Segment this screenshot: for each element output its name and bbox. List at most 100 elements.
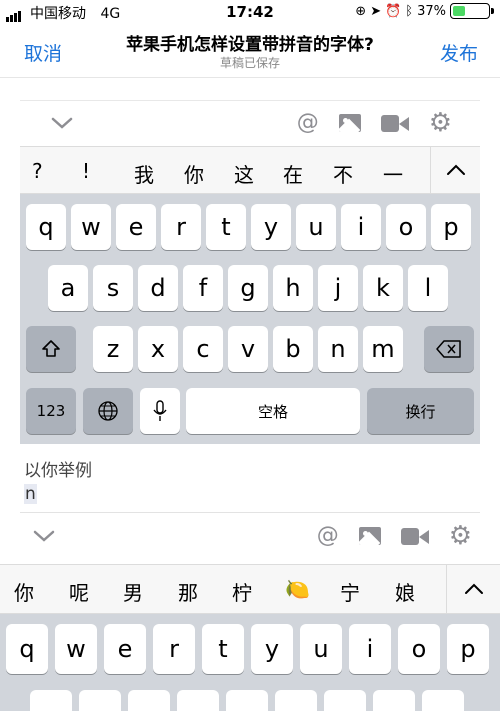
key-y[interactable]: y (251, 204, 291, 250)
key-e[interactable]: e (104, 624, 146, 674)
at-icon[interactable]: @ (317, 524, 339, 548)
key-q[interactable]: q (26, 204, 66, 250)
keyboard-bottom: q w e r t y u i o p (0, 614, 500, 711)
navigation-bar: 取消 苹果手机怎样设置带拼音的字体? 草稿已保存 发布 (0, 24, 500, 78)
candidate-bar-bottom: 你 呢 男 那 柠 🍋 宁 娘 (0, 564, 500, 614)
candidate-item[interactable]: 你 (14, 577, 34, 606)
key-q[interactable]: q (6, 624, 48, 674)
candidate-item[interactable]: 我 (134, 159, 154, 188)
backspace-icon (436, 340, 461, 358)
candidate-item[interactable]: 男 (123, 577, 143, 606)
key-d[interactable]: d (138, 265, 178, 311)
key-w[interactable]: w (71, 204, 111, 250)
dictation-key[interactable] (140, 388, 180, 434)
key-a[interactable]: a (48, 265, 88, 311)
key-r[interactable]: r (153, 624, 195, 674)
key-h[interactable]: h (273, 265, 313, 311)
video-icon[interactable] (380, 114, 409, 132)
candidate-bar-top: ? ! 我 你 这 在 不 一 (20, 146, 480, 194)
key-partial (373, 690, 415, 711)
delete-key[interactable] (424, 326, 474, 372)
candidate-emoji[interactable]: 🍋 (285, 577, 310, 601)
chevron-up-icon (465, 583, 483, 594)
numbers-key[interactable]: 123 (26, 388, 76, 434)
candidate-item[interactable]: 你 (184, 159, 204, 188)
globe-icon (98, 401, 118, 421)
key-c[interactable]: c (183, 326, 223, 372)
key-n[interactable]: n (318, 326, 358, 372)
editor-toolbar: @ ⚙ (20, 100, 480, 146)
key-s[interactable]: s (93, 265, 133, 311)
gear-icon[interactable]: ⚙ (449, 523, 472, 549)
key-x[interactable]: x (138, 326, 178, 372)
key-j[interactable]: j (318, 265, 358, 311)
toolbar-icons: @ ⚙ (297, 110, 452, 136)
chevron-down-icon[interactable] (50, 115, 74, 131)
key-partial (275, 690, 317, 711)
key-l[interactable]: l (408, 265, 448, 311)
key-partial (128, 690, 170, 711)
key-o[interactable]: o (398, 624, 440, 674)
location-icon: ➤ (370, 3, 382, 19)
key-m[interactable]: m (363, 326, 403, 372)
divider (20, 512, 480, 513)
key-w[interactable]: w (55, 624, 97, 674)
key-i[interactable]: i (341, 204, 381, 250)
candidate-item[interactable]: 呢 (69, 577, 89, 606)
key-b[interactable]: b (273, 326, 313, 372)
key-i[interactable]: i (349, 624, 391, 674)
lock-rotation-icon: ⊕ (355, 3, 367, 19)
image-icon[interactable] (358, 527, 381, 545)
publish-button[interactable]: 发布 (440, 39, 478, 66)
key-t[interactable]: t (206, 204, 246, 250)
key-g[interactable]: g (228, 265, 268, 311)
candidate-item[interactable]: 柠 (232, 577, 252, 606)
candidate-item[interactable]: 一 (383, 159, 403, 188)
key-f[interactable]: f (183, 265, 223, 311)
candidate-item[interactable]: 不 (333, 159, 353, 188)
key-v[interactable]: v (228, 326, 268, 372)
globe-key[interactable] (83, 388, 133, 434)
candidate-item[interactable]: ? (32, 159, 43, 183)
candidate-item[interactable]: 娘 (395, 577, 415, 606)
typed-text[interactable]: n (24, 484, 37, 504)
key-partial (422, 690, 464, 711)
gear-icon[interactable]: ⚙ (429, 110, 452, 136)
expand-candidates-button[interactable] (430, 147, 480, 193)
at-icon[interactable]: @ (297, 111, 319, 135)
example-label: 以你举例 (24, 461, 92, 481)
key-partial (79, 690, 121, 711)
chevron-down-icon[interactable] (32, 528, 56, 544)
key-partial (226, 690, 268, 711)
keyboard-top: q w e r t y u i o p a s d f g h j k l z … (20, 194, 480, 444)
key-e[interactable]: e (116, 204, 156, 250)
key-y[interactable]: y (251, 624, 293, 674)
chevron-up-icon (447, 164, 465, 175)
candidate-item[interactable]: 这 (234, 159, 254, 188)
video-icon[interactable] (400, 527, 429, 545)
key-r[interactable]: r (161, 204, 201, 250)
key-partial (177, 690, 219, 711)
toolbar-icons: @ ⚙ (317, 523, 472, 549)
expand-candidates-button[interactable] (446, 565, 500, 613)
return-key[interactable]: 换行 (367, 388, 474, 434)
page-title: 苹果手机怎样设置带拼音的字体? (126, 35, 374, 55)
key-o[interactable]: o (386, 204, 426, 250)
key-z[interactable]: z (93, 326, 133, 372)
candidate-item[interactable]: 在 (283, 159, 303, 188)
key-u[interactable]: u (300, 624, 342, 674)
battery-icon (450, 3, 494, 19)
image-icon[interactable] (338, 114, 361, 132)
editor-toolbar-bottom: @ ⚙ (20, 514, 480, 560)
candidate-item[interactable]: 那 (178, 577, 198, 606)
key-p[interactable]: p (447, 624, 489, 674)
key-p[interactable]: p (431, 204, 471, 250)
candidate-item[interactable]: 宁 (340, 577, 360, 606)
key-k[interactable]: k (363, 265, 403, 311)
key-u[interactable]: u (296, 204, 336, 250)
key-partial (324, 690, 366, 711)
key-t[interactable]: t (202, 624, 244, 674)
candidate-item[interactable]: ! (82, 159, 90, 183)
space-key[interactable]: 空格 (186, 388, 360, 434)
shift-key[interactable] (26, 326, 76, 372)
